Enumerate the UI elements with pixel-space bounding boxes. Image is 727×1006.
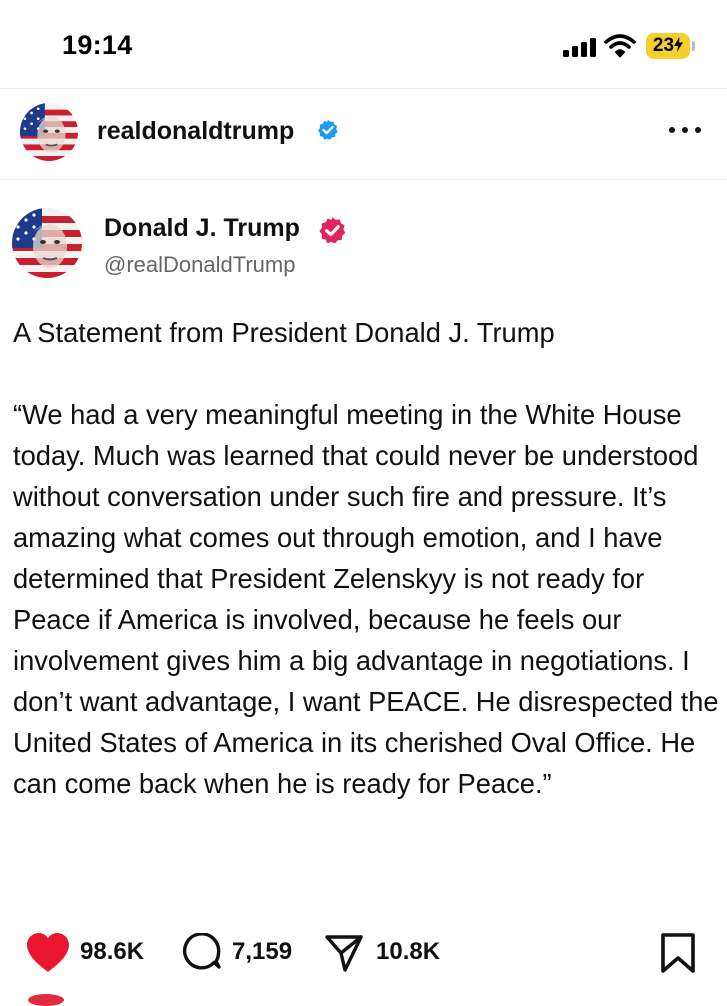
more-icon[interactable] bbox=[665, 123, 705, 137]
verified-badge-icon bbox=[318, 119, 338, 140]
post-action-bar: 98.6K 7,159 10.8K bbox=[0, 928, 727, 978]
account-avatar[interactable] bbox=[20, 103, 78, 161]
heart-icon bbox=[27, 933, 69, 972]
battery-level: 23 bbox=[646, 33, 690, 59]
post-author-name[interactable]: Donald J. Trump bbox=[104, 214, 300, 243]
like-count: 98.6K bbox=[80, 938, 145, 965]
battery-cap bbox=[692, 41, 695, 51]
status-time: 19:14 bbox=[62, 30, 133, 60]
post-author-handle[interactable]: @realDonaldTrump bbox=[104, 252, 295, 278]
reply-icon bbox=[182, 933, 221, 970]
share-button[interactable]: 10.8K bbox=[324, 928, 454, 978]
signal-icon bbox=[563, 37, 597, 57]
verified-badge-icon bbox=[319, 217, 346, 244]
share-count: 10.8K bbox=[376, 938, 441, 965]
account-username[interactable]: realdonaldtrump bbox=[97, 117, 294, 146]
post-body: A Statement from President Donald J. Tru… bbox=[13, 312, 721, 804]
wifi-icon bbox=[604, 34, 636, 58]
status-bar: 19:14 23 bbox=[0, 0, 727, 88]
account-header: realdonaldtrump bbox=[0, 88, 727, 180]
reply-button[interactable]: 7,159 bbox=[182, 928, 302, 978]
post-text: “We had a very meaningful meeting in the… bbox=[13, 399, 719, 799]
like-button[interactable]: 98.6K bbox=[24, 928, 164, 978]
post-title: A Statement from President Donald J. Tru… bbox=[13, 317, 555, 348]
reply-count: 7,159 bbox=[232, 938, 293, 965]
post-author-avatar[interactable] bbox=[12, 208, 82, 278]
bookmark-button[interactable] bbox=[660, 928, 696, 978]
bookmark-icon bbox=[661, 933, 695, 973]
next-item-peek bbox=[28, 994, 64, 1006]
share-icon bbox=[325, 935, 363, 972]
battery-icon: 23 bbox=[646, 33, 690, 59]
